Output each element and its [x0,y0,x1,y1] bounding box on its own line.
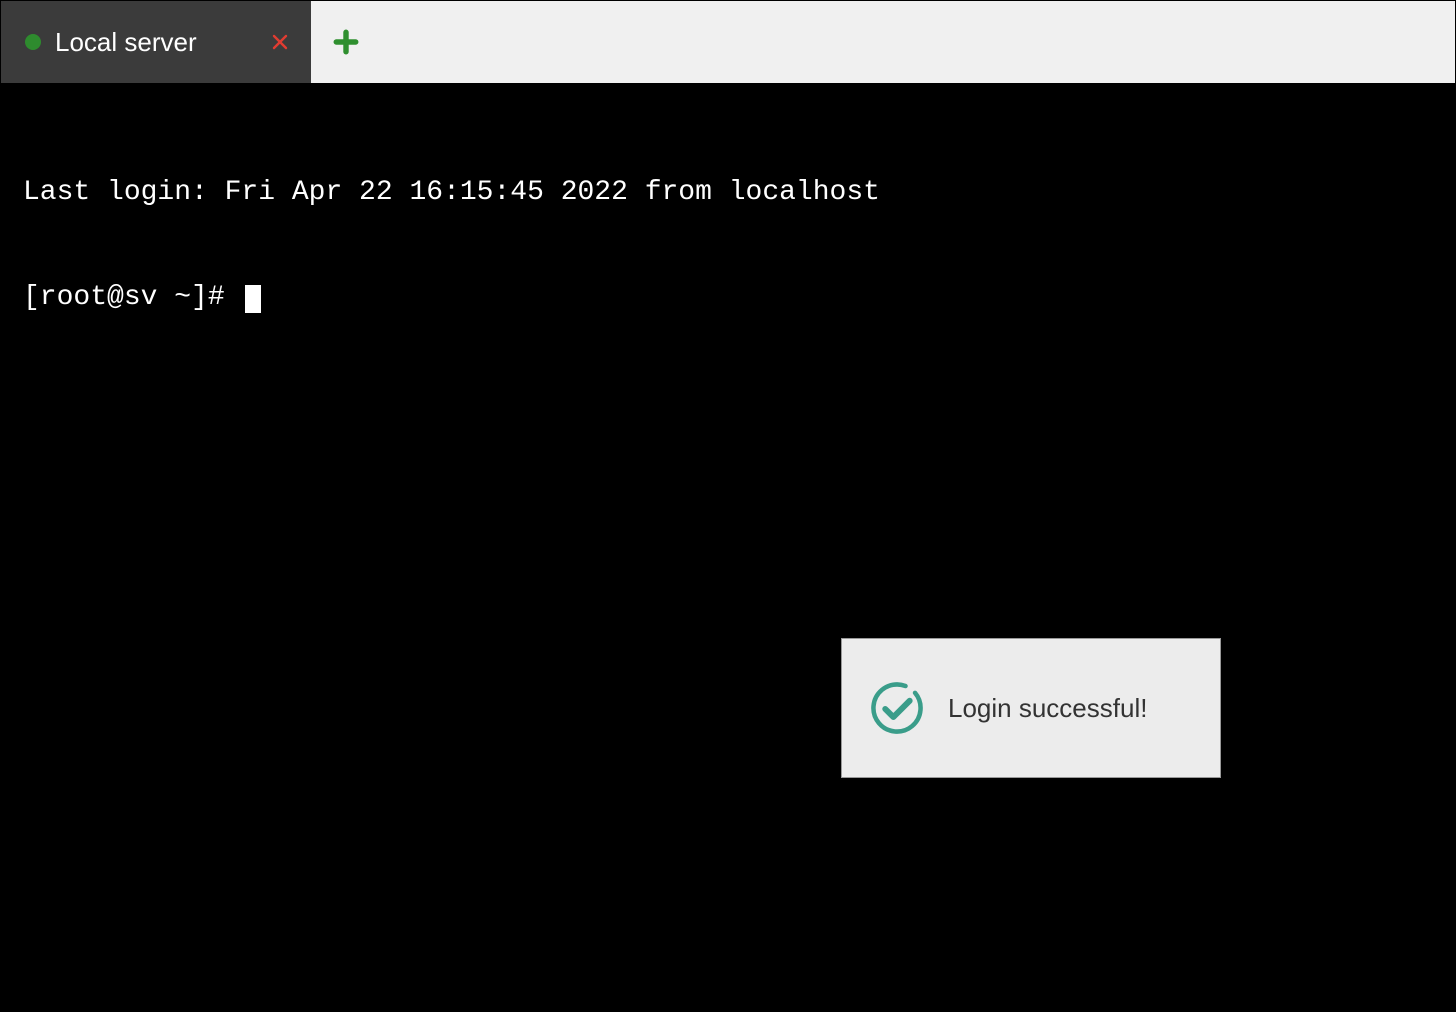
terminal-cursor [245,285,261,313]
toast-notification: Login successful! [841,638,1221,778]
terminal-output-line: Last login: Fri Apr 22 16:15:45 2022 fro… [23,175,1433,210]
terminal-prompt: [root@sv ~]# [23,282,241,313]
status-dot-icon [25,34,41,50]
terminal-prompt-line: [root@sv ~]# [23,280,1433,315]
terminal-pane[interactable]: Last login: Fri Apr 22 16:15:45 2022 fro… [1,83,1455,1011]
app-window: Local server Last login: Fri Apr 22 16:1… [0,0,1456,1012]
checkmark-circle-icon [868,679,926,737]
tab-local-server[interactable]: Local server [1,1,311,83]
tab-title: Local server [55,27,231,58]
tab-bar: Local server [1,1,1455,83]
new-tab-button[interactable] [311,1,381,83]
close-tab-button[interactable] [269,31,291,53]
plus-icon [333,29,359,55]
toast-message: Login successful! [948,692,1147,725]
close-icon [271,33,289,51]
